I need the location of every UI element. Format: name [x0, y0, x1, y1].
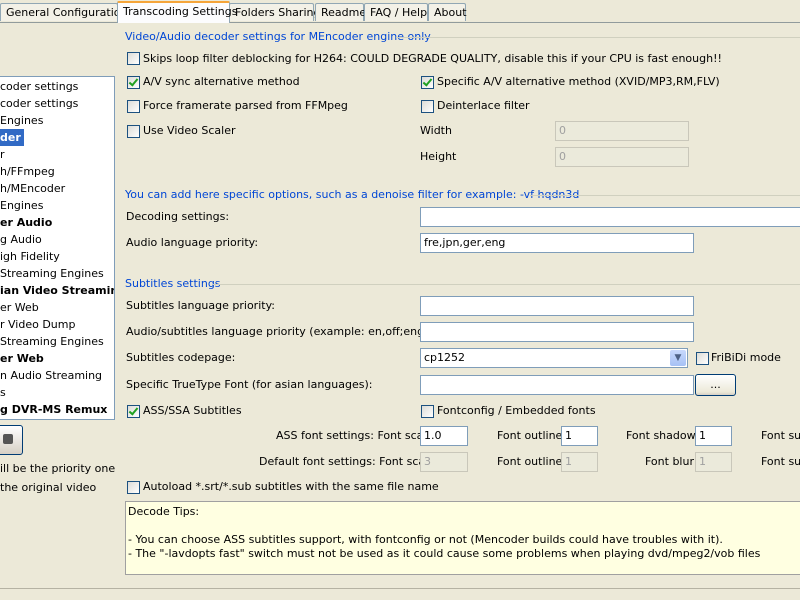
- force-framerate-checkbox[interactable]: [127, 100, 140, 113]
- tree-item[interactable]: coder settings: [0, 78, 78, 95]
- options-group-title: You can add here specific options, such …: [125, 188, 580, 201]
- tree-item[interactable]: h/MEncoder: [0, 180, 65, 197]
- specific-av-label: Specific A/V alternative method (XVID/MP…: [437, 75, 720, 88]
- default-font-scale-input[interactable]: 3: [420, 452, 468, 472]
- codepage-value: cp1252: [424, 351, 466, 364]
- tree-item[interactable]: er Web: [0, 299, 39, 316]
- autoload-subtitles-checkbox[interactable]: [127, 481, 140, 494]
- skip-loop-label: Skips loop filter deblocking for H264: C…: [143, 52, 722, 65]
- ass-font-scale-label: ASS font settings: Font scale: [276, 429, 434, 442]
- width-label: Width: [420, 124, 452, 137]
- tips-line: [128, 519, 800, 533]
- decoding-settings-input[interactable]: [420, 207, 800, 227]
- subtitles-codepage-label: Subtitles codepage:: [126, 351, 236, 364]
- group-divider: [396, 37, 800, 38]
- height-input[interactable]: 0: [555, 147, 689, 167]
- priority-note: ill be the priority one: [0, 462, 116, 475]
- tab-about[interactable]: About: [428, 3, 467, 21]
- tree-item[interactable]: n Audio Streaming: [0, 367, 102, 384]
- tab-folders-sharing[interactable]: Folders Sharing: [229, 3, 320, 21]
- height-label: Height: [420, 150, 457, 163]
- truetype-font-label: Specific TrueType Font (for asian langua…: [126, 378, 373, 391]
- av-sync-label: A/V sync alternative method: [143, 75, 300, 88]
- tab-general-configuration[interactable]: General Configuration: [0, 3, 127, 21]
- ass-font-outline-input[interactable]: 1: [561, 426, 598, 446]
- skip-loop-checkbox[interactable]: [127, 52, 140, 65]
- tree-item[interactable]: r: [0, 146, 5, 163]
- fribidi-label: FriBiDi mode: [711, 351, 781, 364]
- tree-item[interactable]: r Video Dump: [0, 316, 75, 333]
- tree-item[interactable]: ian Video Streaming: [0, 282, 114, 299]
- audio-subtitles-priority-label: Audio/subtitles language priority (examp…: [126, 325, 450, 338]
- decode-tips-box: Decode Tips: - You can choose ASS subtit…: [125, 501, 800, 575]
- tree-item[interactable]: h/FFmpeg: [0, 163, 55, 180]
- default-font-blur-input[interactable]: 1: [695, 452, 732, 472]
- tree-item[interactable]: s: [0, 384, 6, 401]
- group-divider: [530, 195, 800, 196]
- tree-item[interactable]: g DVR-MS Remux: [0, 401, 107, 418]
- engine-tree[interactable]: coder settings coder settings Engines de…: [0, 76, 115, 420]
- original-video-note: the original video: [0, 481, 97, 494]
- group-divider: [213, 284, 800, 285]
- browse-font-button[interactable]: ...: [695, 374, 736, 396]
- default-font-blur-label: Font blur: [645, 455, 694, 468]
- tips-line: Decode Tips:: [128, 505, 200, 518]
- tree-item-selected[interactable]: der: [0, 129, 24, 146]
- default-font-scale-label: Default font settings: Font scale: [259, 455, 435, 468]
- specific-av-checkbox[interactable]: [421, 76, 434, 89]
- subtitles-group-title: Subtitles settings: [125, 277, 221, 290]
- audio-language-label: Audio language priority:: [126, 236, 259, 249]
- default-font-outline-label: Font outline: [497, 455, 563, 468]
- tree-item[interactable]: er Web: [0, 350, 44, 367]
- tree-item[interactable]: g Audio: [0, 231, 42, 248]
- arrow-icon: [3, 434, 13, 444]
- tab-bar: General Configuration Transcoding Settin…: [0, 0, 800, 24]
- tree-item[interactable]: coder settings: [0, 95, 78, 112]
- ass-font-sub-label: Font sub: [761, 429, 800, 442]
- fontconfig-checkbox[interactable]: [421, 405, 434, 418]
- move-engine-button[interactable]: [0, 425, 23, 455]
- tree-item[interactable]: igh Fidelity: [0, 248, 60, 265]
- force-framerate-label: Force framerate parsed from FFMpeg: [143, 99, 348, 112]
- audio-language-input[interactable]: fre,jpn,ger,eng: [420, 233, 694, 253]
- subtitles-codepage-select[interactable]: cp1252 ▼: [420, 348, 688, 368]
- bottom-divider: [0, 588, 800, 589]
- ass-subtitles-label: ASS/SSA Subtitles: [143, 404, 242, 417]
- subtitles-language-label: Subtitles language priority:: [126, 299, 275, 312]
- tips-line: - You can choose ASS subtitles support, …: [128, 533, 723, 546]
- subtitles-language-input[interactable]: [420, 296, 694, 316]
- default-font-sub-label: Font sub: [761, 455, 800, 468]
- tree-item[interactable]: Engines: [0, 197, 43, 214]
- tips-line: - The "-lavdopts fast" switch must not b…: [128, 547, 761, 560]
- fontconfig-label: Fontconfig / Embedded fonts: [437, 404, 596, 417]
- decoding-settings-label: Decoding settings:: [126, 210, 230, 223]
- ass-subtitles-checkbox[interactable]: [127, 405, 140, 418]
- ass-font-shadow-label: Font shadow: [626, 429, 696, 442]
- tab-transcoding-settings[interactable]: Transcoding Settings: [117, 1, 237, 23]
- deinterlace-checkbox[interactable]: [421, 100, 434, 113]
- tree-item[interactable]: er Audio: [0, 214, 52, 231]
- truetype-font-input[interactable]: [420, 375, 694, 395]
- default-font-outline-input[interactable]: 1: [561, 452, 598, 472]
- autoload-subtitles-label: Autoload *.srt/*.sub subtitles with the …: [143, 480, 439, 493]
- video-scaler-label: Use Video Scaler: [143, 124, 236, 137]
- ass-font-shadow-input[interactable]: 1: [695, 426, 732, 446]
- audio-subtitles-priority-input[interactable]: [420, 322, 694, 342]
- fribidi-checkbox[interactable]: [696, 352, 709, 365]
- tree-item[interactable]: Engines: [0, 112, 43, 129]
- ass-font-scale-input[interactable]: 1.0: [420, 426, 468, 446]
- ass-font-outline-label: Font outline: [497, 429, 563, 442]
- video-scaler-checkbox[interactable]: [127, 125, 140, 138]
- decoder-group-title: Video/Audio decoder settings for MEncode…: [125, 30, 431, 43]
- tab-readme[interactable]: Readme: [315, 3, 366, 21]
- av-sync-checkbox[interactable]: [127, 76, 140, 89]
- width-input[interactable]: 0: [555, 121, 689, 141]
- tree-item[interactable]: Streaming Engines: [0, 265, 104, 282]
- tree-item[interactable]: Streaming Engines: [0, 333, 104, 350]
- tab-faq-help[interactable]: FAQ / Help: [364, 3, 428, 21]
- deinterlace-label: Deinterlace filter: [437, 99, 530, 112]
- chevron-down-icon[interactable]: ▼: [670, 350, 686, 366]
